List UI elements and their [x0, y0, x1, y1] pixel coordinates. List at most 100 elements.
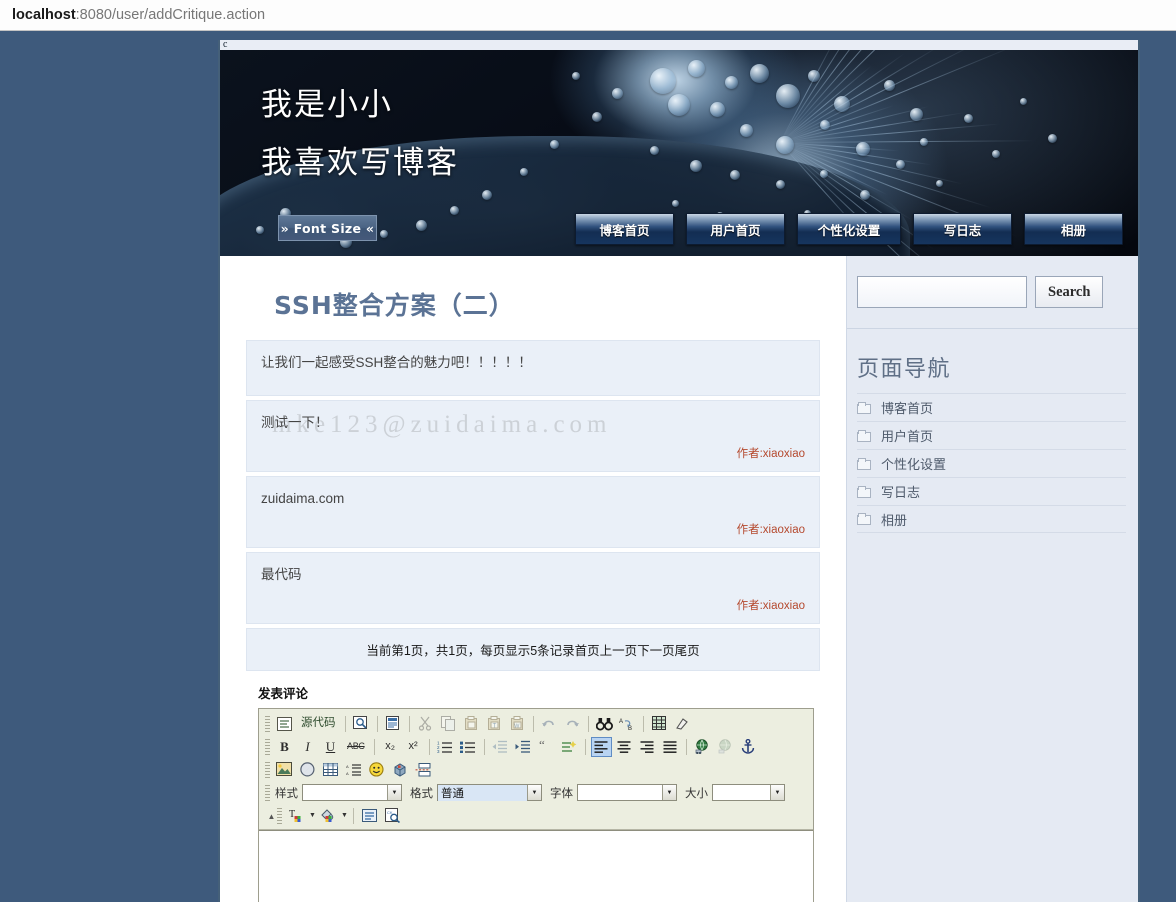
sidebar-item-user-home[interactable]: 用户首页: [857, 421, 1126, 449]
collapse-toolbar-icon[interactable]: ▲: [266, 810, 277, 821]
water-drop: [896, 160, 905, 169]
smiley-icon[interactable]: [366, 760, 387, 780]
source-label[interactable]: 源代码: [297, 714, 340, 734]
anchor-icon[interactable]: [738, 737, 759, 757]
remove-format-icon[interactable]: [672, 714, 693, 734]
font-select[interactable]: ▼: [577, 784, 677, 801]
table-icon[interactable]: [320, 760, 341, 780]
font-size-button[interactable]: » Font Size «: [278, 215, 377, 241]
nav-button-write-log[interactable]: 写日志: [913, 213, 1012, 245]
editor-heading: 发表评论: [258, 687, 309, 701]
water-drop: [750, 64, 769, 83]
background-color-icon[interactable]: [318, 806, 339, 826]
browser-url-bar[interactable]: localhost:8080/user/addCritique.action: [0, 0, 1176, 31]
italic-icon[interactable]: I: [297, 737, 318, 757]
nav-button-blog-home[interactable]: 博客首页: [575, 213, 674, 245]
align-justify-icon[interactable]: [660, 737, 681, 757]
blockquote-icon[interactable]: “: [536, 737, 557, 757]
preview-icon[interactable]: [351, 714, 372, 734]
main-content: SSH整合方案（二） mke123@zuidaima.com 让我们一起感受SS…: [220, 256, 846, 902]
show-blocks-icon[interactable]: [359, 806, 380, 826]
banner-title-line-2: 我喜欢写博客: [261, 145, 459, 181]
toolbar-separator: [483, 738, 485, 755]
chevron-down-icon[interactable]: ▼: [770, 785, 784, 800]
bold-icon[interactable]: B: [274, 737, 295, 757]
align-center-icon[interactable]: [614, 737, 635, 757]
water-drop: [776, 84, 800, 108]
page-break-icon[interactable]: [412, 760, 433, 780]
select-all-icon[interactable]: [649, 714, 670, 734]
indent-icon[interactable]: [513, 737, 534, 757]
subscript-icon[interactable]: x₂: [380, 737, 401, 757]
bulleted-list-icon[interactable]: [458, 737, 479, 757]
image-icon[interactable]: [274, 760, 295, 780]
sidebar-item-write-log[interactable]: 写日志: [857, 477, 1126, 505]
align-right-icon[interactable]: [637, 737, 658, 757]
underline-icon[interactable]: U: [320, 737, 341, 757]
style-field-label: 样式: [275, 787, 298, 800]
nav-button-user-home[interactable]: 用户首页: [686, 213, 785, 245]
toolbar-grip[interactable]: [265, 761, 270, 778]
chevron-down-icon[interactable]: ▼: [308, 812, 317, 819]
sidebar-item-blog-home[interactable]: 博客首页: [857, 393, 1126, 421]
align-left-icon[interactable]: [590, 736, 612, 757]
water-drop: [936, 180, 943, 187]
format-select[interactable]: 普通 ▼: [437, 784, 542, 801]
folder-icon: [857, 457, 872, 470]
unlink-icon[interactable]: [715, 737, 736, 757]
water-drop: [776, 136, 794, 154]
font-field-label: 字体: [550, 787, 573, 800]
superscript-icon[interactable]: x²: [403, 737, 424, 757]
cut-icon[interactable]: [415, 714, 436, 734]
flash-icon[interactable]: [297, 760, 318, 780]
replace-icon[interactable]: AB: [617, 714, 638, 734]
chevron-down-icon[interactable]: ▼: [387, 785, 401, 800]
text-color-icon[interactable]: T: [286, 806, 307, 826]
search-button[interactable]: Search: [1035, 276, 1104, 308]
svg-text:B: B: [628, 726, 632, 731]
sidebar-item-album[interactable]: 相册: [857, 505, 1126, 533]
redo-icon[interactable]: [562, 714, 583, 734]
water-drop: [650, 146, 659, 155]
chevron-down-icon[interactable]: ▼: [340, 812, 349, 819]
templates-icon[interactable]: [383, 714, 404, 734]
find-icon[interactable]: [594, 714, 615, 734]
paste-icon[interactable]: [461, 714, 482, 734]
paste-text-icon[interactable]: T: [484, 714, 505, 734]
strikethrough-icon[interactable]: ABC: [343, 737, 369, 757]
size-select[interactable]: ▼: [712, 784, 785, 801]
horizontal-rule-icon[interactable]: AA: [343, 760, 364, 780]
about-icon[interactable]: CK: [382, 806, 403, 826]
comment-author: 作者:xiaoxiao: [736, 524, 805, 536]
link-icon[interactable]: [692, 737, 713, 757]
toolbar-grip[interactable]: [265, 784, 270, 801]
sidebar-item-personal-settings[interactable]: 个性化设置: [857, 449, 1126, 477]
special-char-icon[interactable]: [389, 760, 410, 780]
site-banner: 我是小小 我喜欢写博客 » Font Size « 博客首页 用户首页 个性化设…: [220, 50, 1138, 256]
chevron-down-icon[interactable]: ▼: [527, 785, 541, 800]
toolbar-grip[interactable]: [265, 715, 270, 732]
page-title: SSH整合方案（二）: [274, 291, 515, 320]
chevron-down-icon[interactable]: ▼: [662, 785, 676, 800]
toolbar-row-2: B I U ABC x₂ x² 123 “: [261, 735, 811, 758]
paste-word-icon[interactable]: W: [507, 714, 528, 734]
folder-icon: [857, 485, 872, 498]
create-div-icon[interactable]: [559, 737, 580, 757]
source-icon[interactable]: [274, 714, 295, 734]
editor-content-area[interactable]: [259, 830, 813, 902]
nav-button-album[interactable]: 相册: [1024, 213, 1123, 245]
numbered-list-icon[interactable]: 123: [435, 737, 456, 757]
comment-editor-section: 发表评论 源代码 T W A B B I U ABC x₂ x² 1 2 3 “…: [246, 683, 820, 902]
toolbar-grip[interactable]: [277, 807, 282, 824]
toolbar-grip[interactable]: [265, 738, 270, 755]
sidebar-nav-list: 博客首页 用户首页 个性化设置 写日志 相册: [847, 393, 1138, 533]
style-select[interactable]: ▼: [302, 784, 402, 801]
copy-icon[interactable]: [438, 714, 459, 734]
pagination-bar[interactable]: 当前第1页，共1页，每页显示5条记录首页上一页下一页尾页: [246, 628, 820, 671]
water-drop: [964, 114, 973, 123]
banner-title-line-1: 我是小小: [261, 87, 393, 123]
nav-button-personal-settings[interactable]: 个性化设置: [797, 213, 901, 245]
undo-icon[interactable]: [539, 714, 560, 734]
outdent-icon[interactable]: [490, 737, 511, 757]
search-input[interactable]: [857, 276, 1027, 308]
